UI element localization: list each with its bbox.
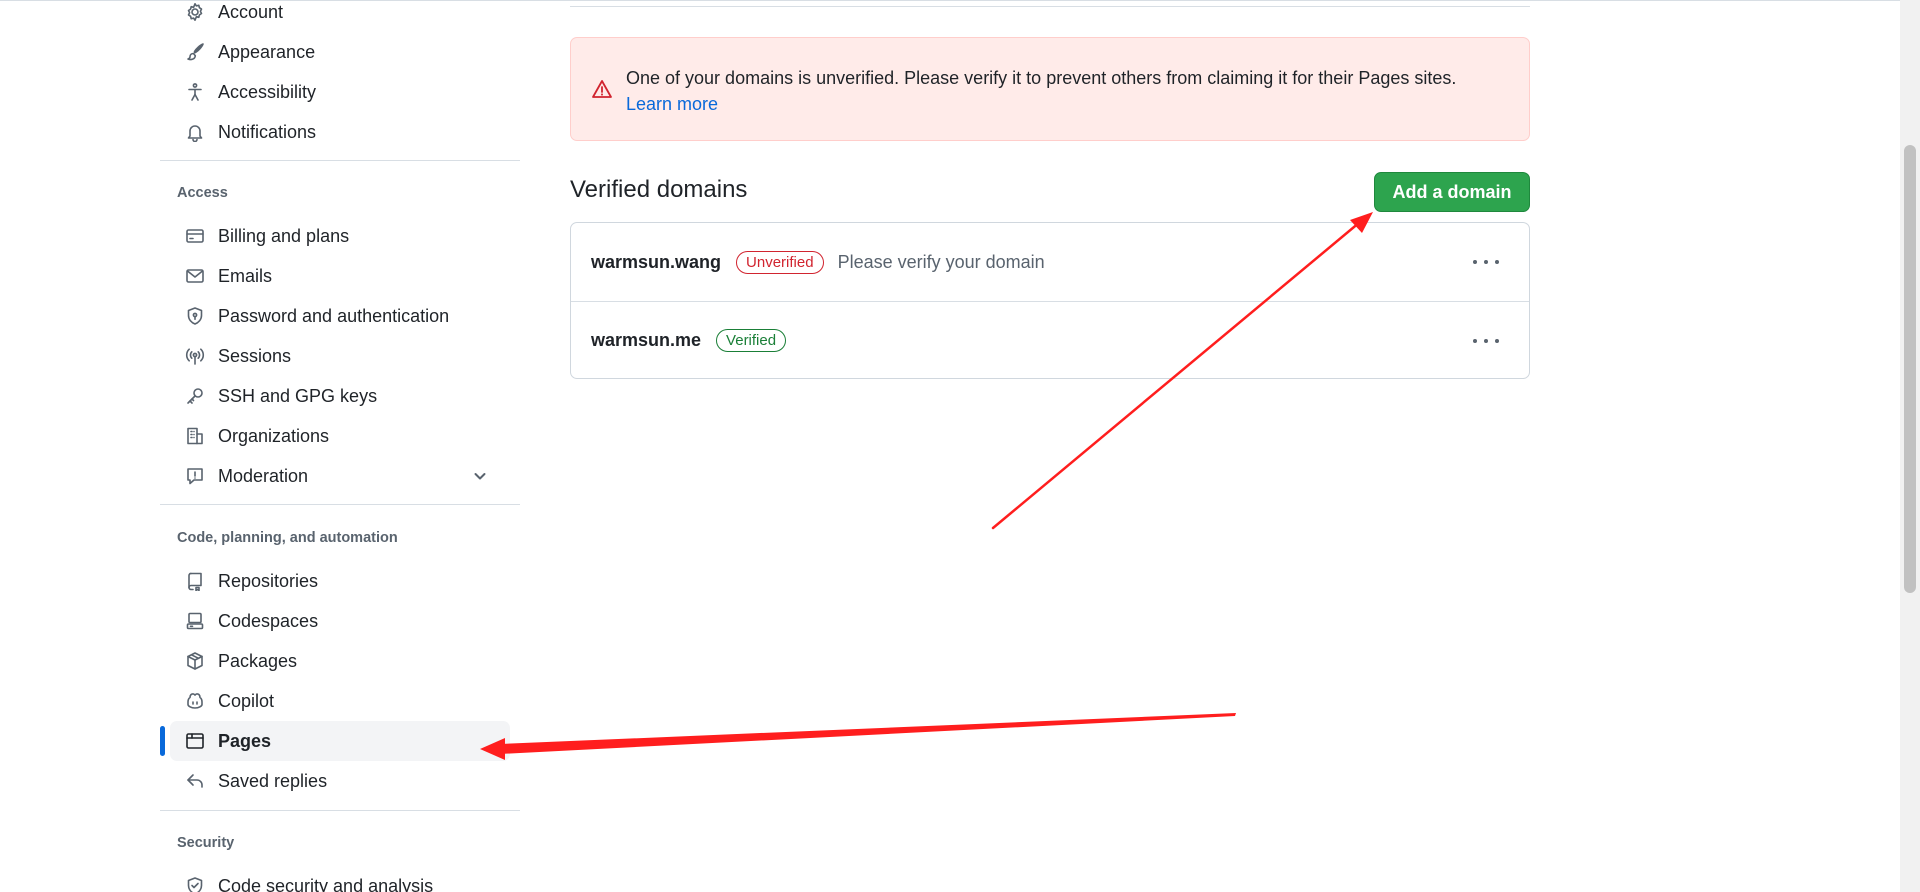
sidebar-item-label: Billing and plans — [218, 225, 350, 246]
sidebar-item-pages[interactable]: Pages — [170, 721, 510, 761]
copilot-icon — [184, 690, 206, 712]
sidebar-item-label: Moderation — [218, 465, 309, 486]
learn-more-link[interactable]: Learn more — [626, 94, 718, 114]
sidebar-item-label: Emails — [218, 265, 273, 286]
sidebar-item-label: Copilot — [218, 690, 275, 711]
sidebar-item-copilot[interactable]: Copilot — [170, 681, 510, 721]
content-divider — [570, 6, 1530, 7]
page-scrollbar[interactable] — [1900, 0, 1920, 892]
sidebar-item-emails[interactable]: Emails — [170, 256, 510, 296]
sidebar-item-organizations[interactable]: Organizations — [170, 416, 510, 456]
broadcast-icon — [184, 345, 206, 367]
sidebar-item-moderation[interactable]: Moderation — [170, 456, 510, 496]
sidebar-item-notifications[interactable]: Notifications — [170, 112, 510, 152]
sidebar-section-access: Access — [177, 185, 228, 201]
organization-icon — [184, 425, 206, 447]
mail-icon — [184, 265, 206, 287]
sidebar-section-security: Security — [177, 835, 235, 851]
unverified-domain-alert: One of your domains is unverified. Pleas… — [570, 37, 1530, 141]
report-icon — [184, 465, 206, 487]
sidebar-item-ssh-gpg[interactable]: SSH and GPG keys — [170, 376, 510, 416]
active-indicator — [160, 726, 165, 756]
sidebar-item-sessions[interactable]: Sessions — [170, 336, 510, 376]
paintbrush-icon — [184, 41, 206, 63]
sidebar-item-label: Repositories — [218, 570, 319, 591]
sidebar-divider — [160, 504, 520, 505]
scrollbar-thumb[interactable] — [1904, 145, 1916, 593]
domain-row: warmsun.me Verified — [571, 301, 1529, 379]
sidebar-item-repositories[interactable]: Repositories — [170, 561, 510, 601]
domain-row: warmsun.wang Unverified Please verify yo… — [571, 223, 1529, 301]
status-badge-verified: Verified — [716, 329, 787, 352]
sidebar-item-label: Pages — [218, 730, 272, 751]
repo-icon — [184, 570, 206, 592]
sidebar-item-code-security[interactable]: Code security and analysis — [170, 866, 510, 892]
credit-card-icon — [184, 225, 206, 247]
shield-lock-icon — [184, 305, 206, 327]
sidebar-item-label: Sessions — [218, 345, 292, 366]
alert-message: One of your domains is unverified. Pleas… — [626, 65, 1506, 117]
bell-icon — [184, 121, 206, 143]
more-options-icon[interactable] — [1473, 251, 1499, 273]
sidebar-item-appearance[interactable]: Appearance — [170, 32, 510, 72]
add-domain-button[interactable]: Add a domain — [1374, 172, 1530, 212]
verify-hint: Please verify your domain — [837, 251, 1045, 272]
shield-check-icon — [184, 875, 206, 892]
sidebar-item-label: Packages — [218, 650, 298, 671]
accessibility-icon — [184, 81, 206, 103]
chevron-down-icon[interactable] — [472, 468, 488, 484]
more-options-icon[interactable] — [1473, 330, 1499, 352]
browser-icon — [184, 730, 206, 752]
sidebar-item-label: Account — [218, 1, 284, 22]
sidebar-item-label: Organizations — [218, 425, 330, 446]
codespaces-icon — [184, 610, 206, 632]
status-badge-unverified: Unverified — [736, 250, 824, 274]
sidebar-item-codespaces[interactable]: Codespaces — [170, 601, 510, 641]
domain-name: warmsun.me — [591, 330, 702, 350]
sidebar-item-saved-replies[interactable]: Saved replies — [170, 761, 510, 801]
sidebar-item-label: Password and authentication — [218, 305, 450, 326]
settings-sidebar: Account Appearance Accessibility Notific… — [160, 0, 520, 892]
reply-icon — [184, 770, 206, 792]
sidebar-item-label: Saved replies — [218, 770, 328, 791]
alert-icon — [591, 78, 613, 100]
sidebar-item-account[interactable]: Account — [170, 0, 510, 32]
key-icon — [184, 385, 206, 407]
sidebar-item-label: Code security and analysis — [218, 875, 434, 892]
sidebar-item-billing[interactable]: Billing and plans — [170, 216, 510, 256]
sidebar-section-code: Code, planning, and automation — [177, 530, 398, 546]
sidebar-item-label: Appearance — [218, 41, 316, 62]
page-title: Verified domains — [570, 176, 748, 203]
domain-name: warmsun.wang — [591, 251, 722, 272]
package-icon — [184, 650, 206, 672]
sidebar-item-packages[interactable]: Packages — [170, 641, 510, 681]
alert-text: One of your domains is unverified. Pleas… — [626, 68, 1457, 88]
sidebar-item-password-auth[interactable]: Password and authentication — [170, 296, 510, 336]
sidebar-divider — [160, 810, 520, 811]
sidebar-divider — [160, 160, 520, 161]
sidebar-item-label: SSH and GPG keys — [218, 385, 378, 406]
arrow-to-pages — [480, 713, 1236, 760]
sidebar-item-label: Notifications — [218, 121, 317, 142]
sidebar-item-accessibility[interactable]: Accessibility — [170, 72, 510, 112]
domain-list: warmsun.wang Unverified Please verify yo… — [570, 222, 1530, 379]
sidebar-item-label: Codespaces — [218, 610, 319, 631]
gear-icon — [184, 1, 206, 23]
sidebar-item-label: Accessibility — [218, 81, 317, 102]
